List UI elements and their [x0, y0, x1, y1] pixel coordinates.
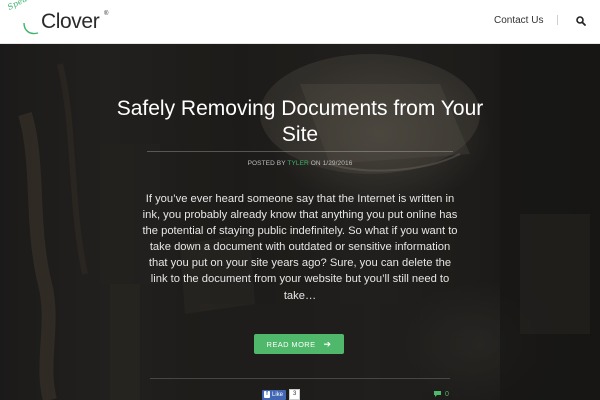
facebook-like-widget[interactable]: f Like 3	[262, 389, 301, 400]
title-divider	[147, 151, 453, 152]
post-hero: Safely Removing Documents from Your Site…	[0, 44, 600, 400]
logo-wordmark: Clover	[41, 10, 100, 33]
post-byline: POSTED BY TYLER ON 1/29/2016	[150, 160, 450, 167]
byline-on: ON	[310, 160, 321, 167]
comment-count: 0	[445, 390, 449, 398]
footer-divider	[150, 378, 450, 379]
search-icon[interactable]	[575, 15, 587, 27]
read-more-button[interactable]: READ MORE ➔	[254, 334, 344, 354]
post-date: 1/29/2016	[322, 160, 353, 167]
facebook-like-count: 3	[289, 389, 301, 400]
arrow-right-icon: ➔	[323, 338, 332, 349]
post-author-link[interactable]: TYLER	[287, 160, 308, 167]
post-excerpt: If you’ve ever heard someone say that th…	[142, 193, 458, 302]
comments-link[interactable]: 0	[433, 390, 449, 398]
logo-registered-mark: ®	[104, 11, 109, 17]
byline-prefix: POSTED BY	[247, 160, 286, 167]
site-logo[interactable]: Speaking of Clover ®	[4, 0, 114, 41]
facebook-like-label: Like	[272, 391, 284, 398]
nav-contact-link[interactable]: Contact Us	[494, 15, 543, 26]
comment-icon	[434, 391, 441, 397]
facebook-icon: f	[264, 391, 270, 398]
read-more-label: READ MORE	[266, 339, 316, 349]
logo-swoosh	[23, 22, 39, 35]
nav-divider	[557, 15, 558, 25]
site-header: Speaking of Clover ® Contact Us	[0, 0, 600, 44]
facebook-like-button[interactable]: f Like	[262, 389, 287, 400]
post-title[interactable]: Safely Removing Documents from Your Site	[100, 96, 500, 148]
